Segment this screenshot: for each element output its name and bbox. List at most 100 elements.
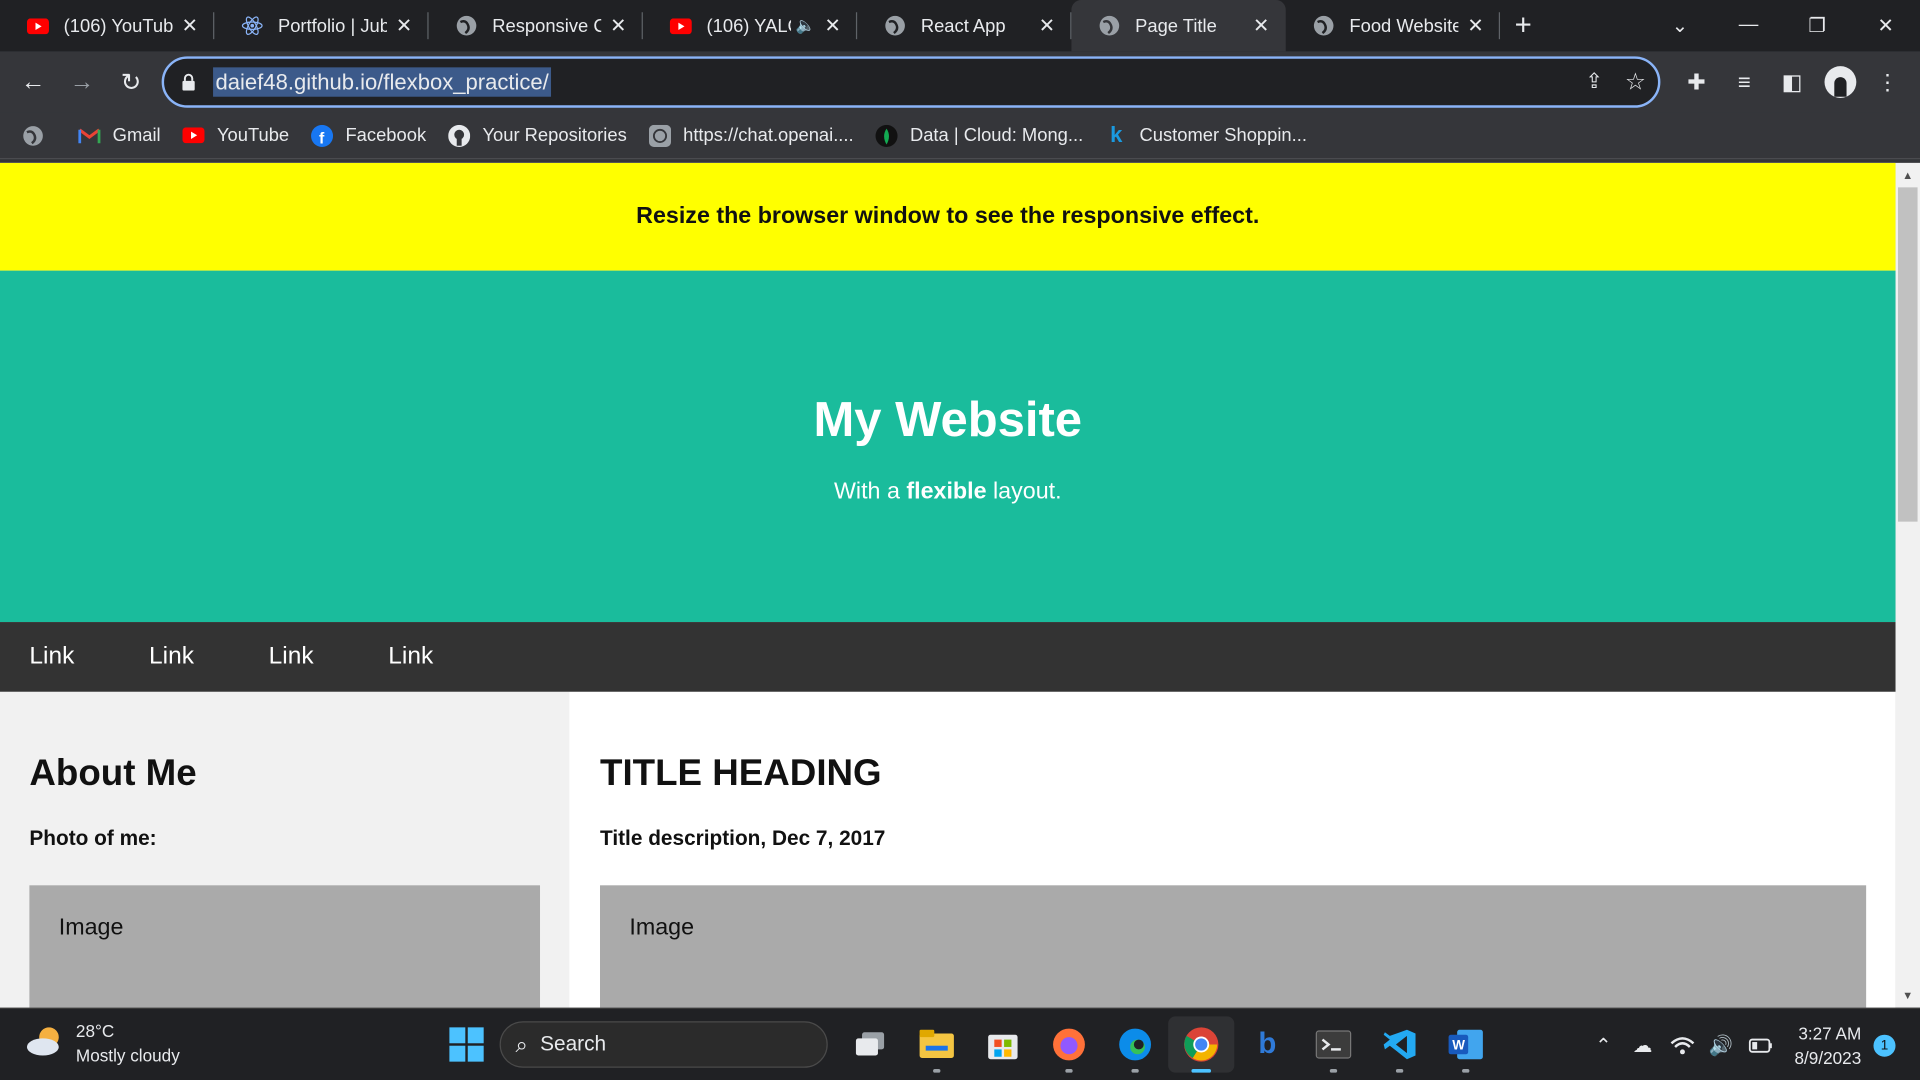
tab-page-title[interactable]: Page Title ✕: [1071, 0, 1286, 52]
photo-label: Photo of me:: [29, 826, 157, 850]
restore-button[interactable]: ❐: [1783, 0, 1852, 51]
globe-icon: [1098, 15, 1120, 37]
close-icon[interactable]: ✕: [1466, 16, 1486, 37]
nav-link[interactable]: Link: [239, 643, 343, 671]
tab-strip: (106) YouTube ✕ Portfolio | Juba ✕ Respo…: [0, 0, 1920, 52]
globe-icon: [1313, 15, 1335, 37]
close-icon[interactable]: ✕: [180, 16, 200, 37]
weather-widget[interactable]: 28°C Mostly cloudy: [24, 1019, 180, 1068]
nav-link[interactable]: Link: [0, 643, 104, 671]
main-column: TITLE HEADING Title description, Dec 7, …: [569, 691, 1896, 1008]
tab-search-icon[interactable]: ⌄: [1646, 0, 1715, 51]
screen: (106) YouTube ✕ Portfolio | Juba ✕ Respo…: [0, 0, 1920, 1080]
image-placeholder: Image: [29, 885, 541, 1008]
lock-icon[interactable]: [164, 73, 213, 91]
scroll-down-icon[interactable]: ▼: [1896, 986, 1920, 1006]
taskbar-search[interactable]: ⌕ Search: [499, 1021, 828, 1068]
back-button[interactable]: ←: [10, 59, 57, 106]
minimize-button[interactable]: —: [1714, 0, 1783, 51]
window-controls: ⌄ — ❐ ✕: [1646, 0, 1920, 51]
bookmark-star-icon[interactable]: ☆: [1625, 68, 1646, 96]
nav-link[interactable]: Link: [359, 643, 463, 671]
new-tab-button[interactable]: +: [1500, 0, 1547, 51]
nav-link[interactable]: Link: [120, 643, 224, 671]
speaker-icon[interactable]: 🔈: [796, 16, 816, 36]
page-scrollbar[interactable]: ▲ ▼: [1895, 162, 1920, 1008]
bookmark-facebook[interactable]: f Facebook: [311, 124, 427, 147]
address-bar[interactable]: daief48.github.io/flexbox_practice/ ⇪ ☆: [161, 56, 1661, 108]
bookmark-youtube[interactable]: YouTube: [182, 124, 289, 146]
openai-icon: [648, 124, 671, 147]
tab-react-app[interactable]: React App ✕: [857, 0, 1072, 51]
youtube-icon: [182, 124, 205, 146]
onedrive-icon[interactable]: ☁: [1623, 1033, 1662, 1057]
bookmark-mongodb[interactable]: Data | Cloud: Mong...: [875, 124, 1083, 147]
terminal-icon[interactable]: [1300, 1016, 1366, 1073]
word-icon[interactable]: W: [1433, 1016, 1499, 1073]
bookmark-apps[interactable]: [22, 124, 56, 146]
close-icon[interactable]: ✕: [823, 16, 843, 37]
close-icon[interactable]: ✕: [1251, 16, 1271, 37]
tab-youtube[interactable]: (106) YouTube ✕: [0, 0, 215, 51]
content-row: About Me Photo of me: Image TITLE HEADIN…: [0, 691, 1896, 1008]
clock[interactable]: 3:27 AM 8/9/2023: [1795, 1021, 1862, 1070]
notification-badge[interactable]: 1: [1873, 1034, 1896, 1057]
toolbar-right: ✚ ≡ ◧ ⋮: [1673, 51, 1912, 112]
bookmark-customer[interactable]: k Customer Shoppin...: [1105, 122, 1307, 146]
vscode-icon[interactable]: [1367, 1016, 1433, 1073]
edge-icon[interactable]: [1102, 1016, 1168, 1073]
profile-avatar[interactable]: [1816, 66, 1864, 98]
bookmark-gmail[interactable]: Gmail: [78, 124, 161, 146]
browser-toolbar: ← → ↻ daief48.github.io/flexbox_practice…: [0, 51, 1920, 113]
avatar: [1823, 66, 1856, 98]
media-control-icon[interactable]: ≡: [1720, 69, 1768, 95]
bookmark-chatgpt[interactable]: https://chat.openai....: [648, 124, 854, 147]
reload-button[interactable]: ↻: [108, 59, 155, 106]
youtube-icon: [669, 15, 692, 37]
close-icon[interactable]: ✕: [1037, 16, 1057, 37]
image-placeholder: Image: [600, 885, 1867, 1008]
tab-title: Food Website: [1349, 15, 1459, 37]
chevron-up-icon[interactable]: ⌃: [1584, 1033, 1623, 1057]
gmail-icon: [78, 124, 101, 146]
tab-responsive[interactable]: Responsive Co ✕: [429, 0, 643, 51]
microsoft-store-icon[interactable]: [970, 1016, 1036, 1072]
menu-icon[interactable]: ⋮: [1864, 69, 1912, 95]
close-icon[interactable]: ✕: [394, 16, 414, 37]
side-panel-icon[interactable]: ◧: [1768, 69, 1816, 95]
scroll-up-icon[interactable]: ▲: [1896, 165, 1920, 185]
title-heading: TITLE HEADING: [600, 753, 882, 794]
extensions-icon[interactable]: ✚: [1673, 69, 1721, 95]
battery-icon[interactable]: [1741, 1038, 1780, 1053]
forward-button[interactable]: →: [59, 59, 106, 106]
tab-food-website[interactable]: Food Website ✕: [1286, 0, 1501, 51]
tab-yalg[interactable]: (106) YALG 🔈 ✕: [643, 0, 858, 51]
tab-title: (106) YALG: [706, 15, 791, 37]
chrome-icon[interactable]: [1168, 1016, 1235, 1073]
start-button[interactable]: [433, 1016, 499, 1072]
file-explorer-icon[interactable]: [904, 1016, 970, 1073]
share-icon[interactable]: ⇪: [1585, 70, 1602, 94]
cloudy-weather-icon: [24, 1023, 66, 1063]
firefox-icon[interactable]: [1036, 1016, 1102, 1073]
svg-text:f: f: [319, 130, 325, 147]
volume-icon[interactable]: 🔊: [1701, 1033, 1740, 1057]
close-window-button[interactable]: ✕: [1851, 0, 1920, 51]
react-icon: [241, 15, 263, 37]
scrollbar-thumb[interactable]: [1897, 187, 1918, 522]
bookmark-github[interactable]: Your Repositories: [448, 124, 627, 147]
mongodb-icon: [875, 124, 898, 147]
wifi-icon[interactable]: [1662, 1035, 1701, 1055]
nav-bar: Link Link Link Link: [0, 622, 1896, 692]
globe-icon: [456, 15, 478, 37]
web-page: Resize the browser window to see the res…: [0, 162, 1896, 1008]
close-icon[interactable]: ✕: [609, 16, 629, 37]
task-view-icon[interactable]: [838, 1016, 904, 1072]
bing-icon[interactable]: b: [1234, 1016, 1300, 1072]
svg-text:W: W: [1452, 1037, 1465, 1052]
url-text[interactable]: daief48.github.io/flexbox_practice/: [213, 67, 552, 97]
title-description: Title description, Dec 7, 2017: [600, 826, 886, 850]
tab-portfolio[interactable]: Portfolio | Juba ✕: [214, 0, 429, 51]
about-heading: About Me: [29, 753, 197, 794]
bookmark-label: Facebook: [345, 124, 427, 146]
